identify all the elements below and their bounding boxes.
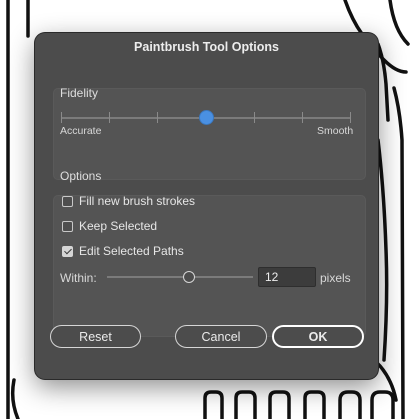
fidelity-tick — [61, 112, 62, 123]
ok-button[interactable]: OK — [272, 325, 364, 348]
dialog-title: Paintbrush Tool Options — [134, 40, 279, 54]
keep-selected-label: Keep Selected — [79, 219, 158, 233]
within-label: Within: — [60, 271, 97, 285]
fidelity-slider-thumb[interactable] — [199, 111, 213, 124]
fidelity-accurate-label: Accurate — [60, 125, 102, 137]
fidelity-section-label: Fidelity — [60, 86, 99, 100]
options-panel — [53, 195, 366, 337]
keep-selected-checkbox[interactable] — [62, 220, 73, 232]
fidelity-slider[interactable] — [61, 109, 351, 127]
fill-new-brush-strokes-label: Fill new brush strokes — [79, 194, 196, 208]
edit-selected-paths-checkbox[interactable] — [62, 245, 73, 257]
fidelity-tick — [157, 112, 158, 123]
within-slider[interactable] — [107, 270, 253, 284]
edit-selected-paths-option[interactable]: Edit Selected Paths — [62, 243, 184, 259]
within-slider-thumb[interactable] — [182, 271, 195, 283]
reset-button[interactable]: Reset — [50, 325, 141, 348]
fill-new-brush-strokes-checkbox[interactable] — [62, 195, 73, 207]
cancel-button[interactable]: Cancel — [175, 325, 267, 348]
fill-new-brush-strokes-option[interactable]: Fill new brush strokes — [62, 193, 195, 209]
keep-selected-option[interactable]: Keep Selected — [62, 218, 157, 234]
fidelity-tick — [109, 112, 110, 123]
within-pixels-input[interactable] — [258, 267, 316, 287]
fidelity-tick — [254, 112, 255, 123]
within-slider-track — [107, 276, 253, 278]
edit-selected-paths-label: Edit Selected Paths — [79, 244, 184, 258]
options-section-label: Options — [60, 169, 102, 183]
fidelity-tick — [302, 112, 303, 123]
fidelity-smooth-label: Smooth — [317, 125, 354, 137]
paintbrush-tool-options-dialog: Paintbrush Tool Options Fidelity Accurat… — [35, 33, 378, 379]
fidelity-tick — [350, 112, 351, 123]
pixels-unit-label: pixels — [320, 271, 351, 285]
